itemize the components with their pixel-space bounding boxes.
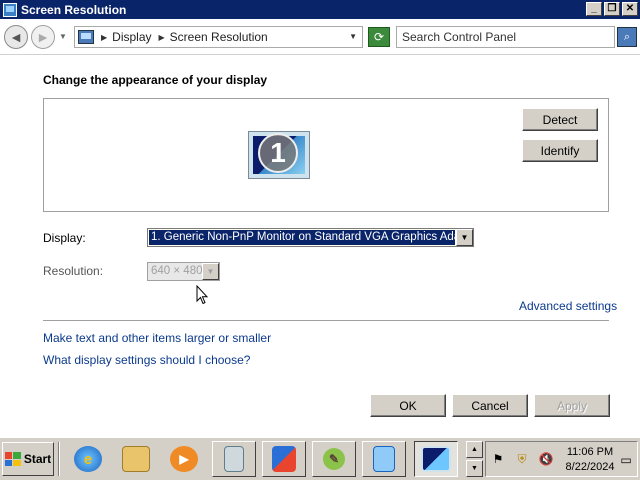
monitor-number: 1 <box>258 133 298 173</box>
monitor-screen: 1 <box>253 133 305 174</box>
windows-explorer-icon[interactable] <box>114 441 158 477</box>
show-desktop-icon[interactable]: ▭ <box>618 452 634 468</box>
cancel-button[interactable]: Cancel <box>452 394 528 417</box>
control-panel-icon[interactable] <box>262 441 306 477</box>
divider <box>43 320 609 321</box>
system-tray: ⚑ ⛨ 🔇 11:06 PM 8/22/2024 ▭ <box>485 441 638 477</box>
clock-date: 8/22/2024 <box>565 461 615 473</box>
display-select-value: 1. Generic Non-PnP Monitor on Standard V… <box>148 229 456 246</box>
notepad-icon[interactable] <box>212 441 256 477</box>
display-help-link[interactable]: What display settings should I choose? <box>43 353 250 367</box>
start-label: Start <box>23 452 52 466</box>
display-icon <box>3 2 17 17</box>
identify-button[interactable]: Identify <box>522 139 598 162</box>
display-select[interactable]: 1. Generic Non-PnP Monitor on Standard V… <box>147 228 474 247</box>
title-bar: Screen Resolution _ ❐ ✕ <box>0 0 640 19</box>
taskbar-separator <box>58 442 60 476</box>
mouse-cursor-icon <box>196 285 208 305</box>
breadcrumb[interactable]: ▶ Display ▶ Screen Resolution ▼ <box>74 26 363 48</box>
start-button[interactable]: Start <box>2 442 54 476</box>
apply-button[interactable]: Apply <box>534 394 610 417</box>
detect-button[interactable]: Detect <box>522 108 598 131</box>
flag-icon[interactable]: ⚑ <box>490 451 506 467</box>
address-bar: ◄ ► ▼ ▶ Display ▶ Screen Resolution ▼ ⟳ … <box>0 19 640 55</box>
chevron-up-icon[interactable]: ▲ <box>466 441 483 458</box>
resolution-select-value: 640 × 480 <box>151 265 203 277</box>
back-button[interactable]: ◄ <box>4 25 28 49</box>
ok-button[interactable]: OK <box>370 394 446 417</box>
text-size-link[interactable]: Make text and other items larger or smal… <box>43 331 271 345</box>
document-icon[interactable] <box>362 441 406 477</box>
minimize-button[interactable]: _ <box>586 2 602 16</box>
forward-button[interactable]: ► <box>31 25 55 49</box>
internet-explorer-icon[interactable]: e <box>66 441 110 477</box>
display-settings-icon[interactable] <box>414 441 458 477</box>
search-field[interactable] <box>396 26 615 48</box>
volume-muted-icon[interactable]: 🔇 <box>538 451 554 467</box>
monitor-1[interactable]: 1 <box>248 131 310 179</box>
security-icon[interactable]: ⛨ <box>514 451 530 467</box>
restore-button[interactable]: ❐ <box>604 2 620 16</box>
chevron-right-icon[interactable]: ▶ <box>101 33 107 42</box>
window-title: Screen Resolution <box>21 2 127 17</box>
chevron-down-icon[interactable]: ▼ <box>456 229 473 246</box>
media-player-icon[interactable]: ▶ <box>162 441 206 477</box>
taskbar-scroll: ▲ ▼ <box>466 441 483 477</box>
display-label: Display: <box>43 231 86 245</box>
resolution-select[interactable]: 640 × 480 ▼ <box>147 262 220 281</box>
advanced-settings-link[interactable]: Advanced settings <box>519 299 617 313</box>
chevron-down-icon[interactable]: ▼ <box>466 460 483 477</box>
control-panel-icon <box>78 30 94 44</box>
close-button[interactable]: ✕ <box>622 2 638 16</box>
chevron-down-icon[interactable]: ▼ <box>202 263 219 280</box>
chevron-down-icon[interactable]: ▼ <box>349 32 357 41</box>
history-dropdown-icon[interactable]: ▼ <box>59 32 67 41</box>
taskbar: Start e ▶ ✎ ▲ ▼ ⚑ ⛨ 🔇 11:06 PM 8/22/2024… <box>0 437 640 480</box>
windows-logo-icon <box>4 452 21 466</box>
chevron-right-icon[interactable]: ▶ <box>159 33 165 42</box>
breadcrumb-display[interactable]: Display <box>112 30 151 44</box>
search-icon[interactable]: ⌕ <box>617 27 637 47</box>
breadcrumb-screen-resolution[interactable]: Screen Resolution <box>170 30 268 44</box>
refresh-button[interactable]: ⟳ <box>368 27 390 47</box>
window-controls: _ ❐ ✕ <box>586 2 638 16</box>
clock-time: 11:06 PM <box>566 446 614 458</box>
page-title: Change the appearance of your display <box>43 73 268 87</box>
paint-icon[interactable]: ✎ <box>312 441 356 477</box>
resolution-label: Resolution: <box>43 264 104 278</box>
clock[interactable]: 11:06 PM 8/22/2024 <box>562 445 618 475</box>
search-input[interactable] <box>397 27 614 47</box>
